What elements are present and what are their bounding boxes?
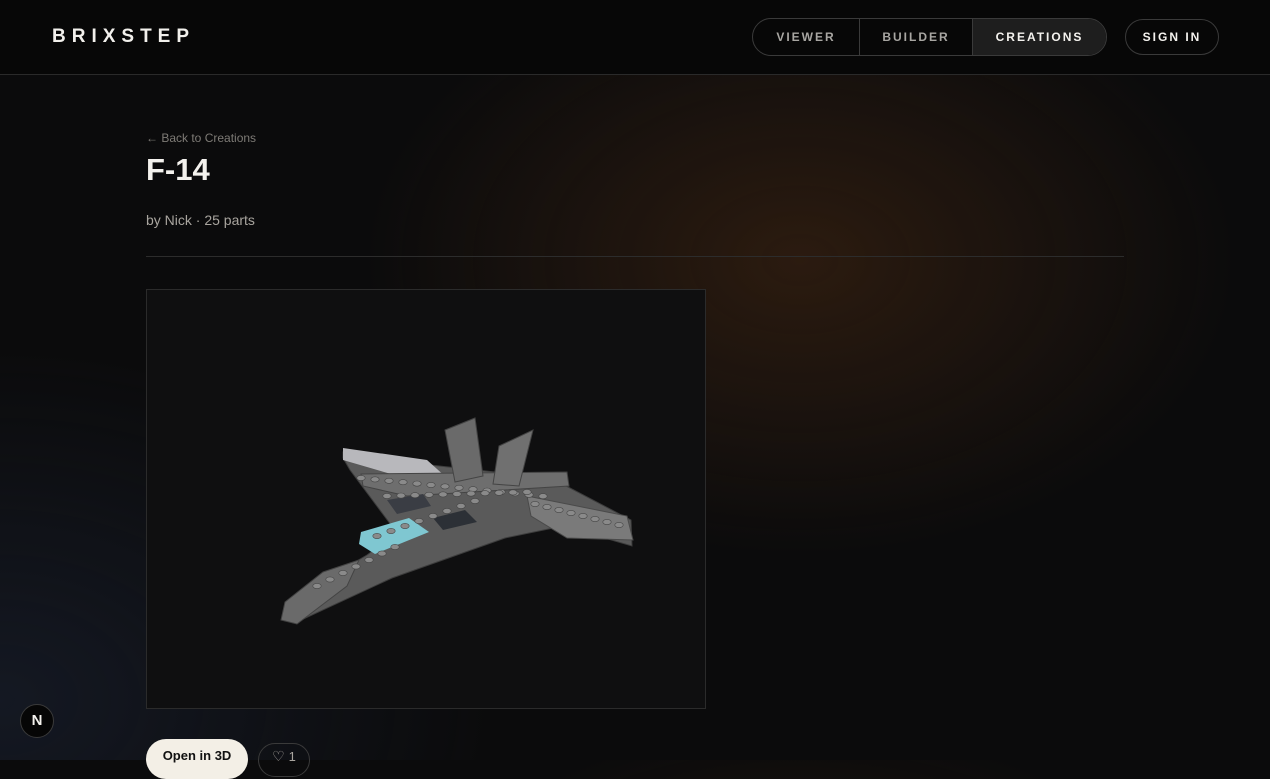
brick-stud [602, 519, 612, 525]
sign-in-button[interactable]: SIGN IN [1125, 19, 1219, 55]
brick-stud [384, 477, 394, 484]
page-title: F-14 [146, 152, 210, 187]
like-button[interactable]: ♡ 1 [258, 743, 310, 777]
brick-stud [438, 491, 448, 498]
brick-stud [400, 523, 410, 529]
brick-stud [508, 489, 518, 496]
brick-stud [382, 493, 392, 499]
nextjs-badge-icon[interactable]: N [20, 704, 54, 738]
brick-stud [356, 475, 366, 481]
brick-stud [614, 522, 624, 528]
brick-stud [370, 476, 380, 483]
brick-stud [351, 563, 361, 570]
brick-stud [454, 484, 464, 491]
brick-stud [522, 489, 532, 495]
top-header: BRIXSTEP VIEWER BUILDER CREATIONS SIGN I… [0, 0, 1270, 75]
site-logo[interactable]: BRIXSTEP [52, 26, 195, 48]
model-preview[interactable] [146, 289, 706, 709]
brick-stud [396, 492, 406, 499]
brick-stud [364, 557, 374, 563]
brick-stud [414, 518, 424, 524]
open-in-3d-button[interactable]: Open in 3D [146, 739, 248, 779]
divider [146, 256, 1124, 257]
brick-stud [566, 510, 576, 516]
brick-stud [440, 483, 450, 490]
brick-stud [456, 503, 466, 509]
brick-stud [410, 492, 420, 499]
brick-stud [542, 504, 552, 510]
brick-stud [590, 516, 600, 522]
creation-meta: by Nick · 25 parts [146, 212, 255, 228]
nav-viewer[interactable]: VIEWER [753, 19, 859, 55]
brick-jet-model [280, 417, 634, 625]
brick-stud [530, 501, 540, 507]
brick-stud [538, 493, 548, 500]
brick-stud [428, 513, 438, 519]
brick-stud [412, 480, 422, 487]
like-count: 1 [288, 749, 296, 764]
brick-stud [398, 479, 408, 486]
main-nav: VIEWER BUILDER CREATIONS [752, 18, 1107, 56]
brick-stud [372, 533, 382, 539]
brick-stud [424, 491, 434, 498]
back-to-creations-link[interactable]: ← Back to Creations [146, 131, 256, 145]
brick-stud [325, 576, 335, 583]
brick-stud [442, 508, 452, 514]
brick-stud [480, 490, 490, 497]
brick-stud [470, 498, 480, 504]
brick-stud [578, 513, 588, 519]
badge-letter: N [31, 712, 43, 729]
nav-builder[interactable]: BUILDER [859, 19, 972, 55]
heart-icon: ♡ [272, 748, 285, 764]
brick-stud [494, 489, 504, 496]
brick-stud [554, 507, 564, 513]
nav-creations[interactable]: CREATIONS [972, 19, 1106, 55]
brick-stud [312, 583, 322, 589]
brick-stud [377, 550, 387, 557]
brick-stud [452, 491, 462, 497]
brick-stud [338, 570, 348, 576]
brick-stud [466, 490, 476, 497]
brick-stud [390, 544, 400, 550]
brick-stud [386, 528, 396, 534]
brick-stud [426, 482, 436, 488]
